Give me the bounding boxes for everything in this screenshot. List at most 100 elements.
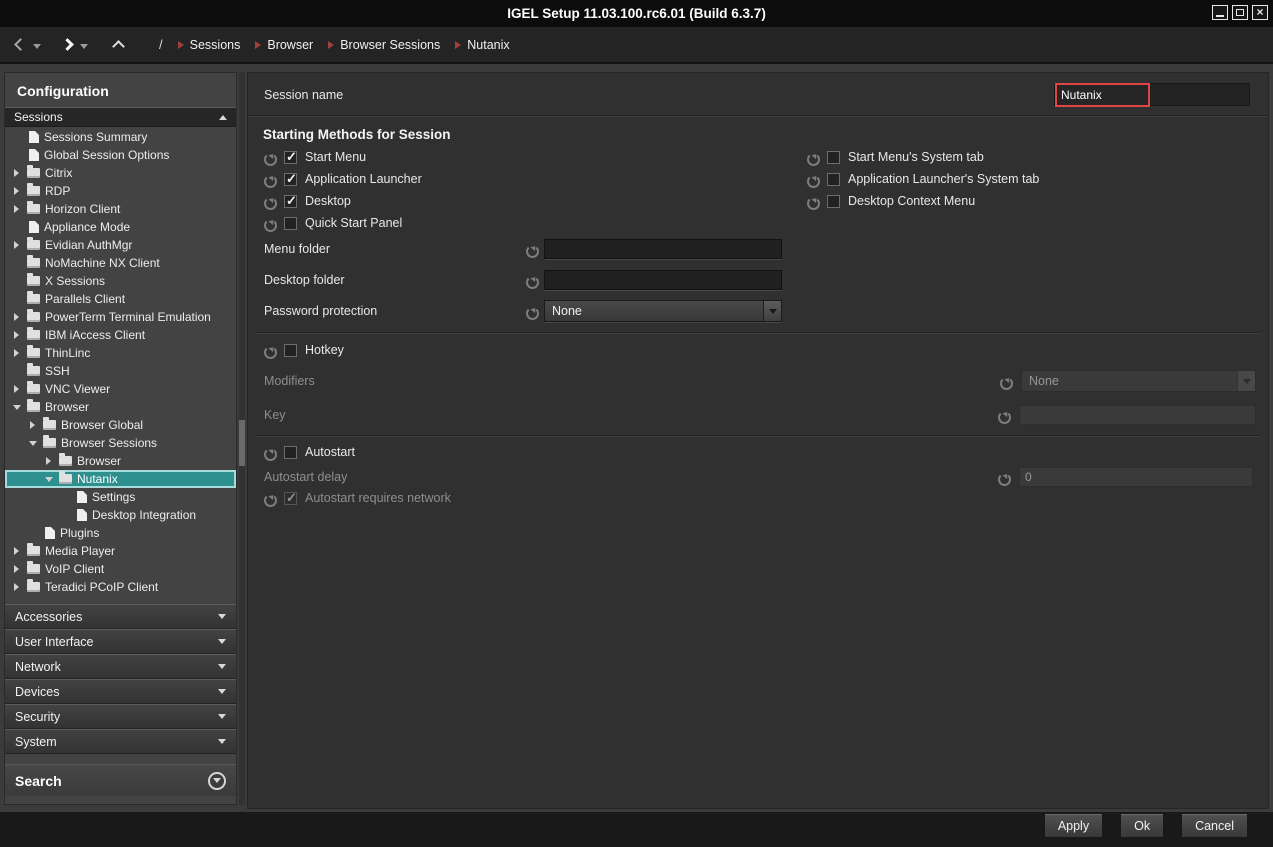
reset-icon[interactable]: [806, 195, 819, 208]
sidebar-section-network[interactable]: Network: [5, 654, 236, 679]
tree-item-nutanix[interactable]: Nutanix: [5, 470, 236, 488]
tree-item-horizon-client[interactable]: Horizon Client: [5, 200, 236, 218]
reset-icon[interactable]: [525, 274, 538, 287]
expand-icon[interactable]: [11, 331, 22, 339]
tree-item-browser[interactable]: Browser: [5, 398, 236, 416]
tree-item-browser[interactable]: Browser: [5, 452, 236, 470]
breadcrumb-item-browser[interactable]: Browser: [255, 38, 313, 52]
cancel-button[interactable]: Cancel: [1181, 813, 1248, 838]
reset-icon[interactable]: [263, 195, 276, 208]
expand-icon[interactable]: [27, 421, 38, 429]
tree-item-browser-global[interactable]: Browser Global: [5, 416, 236, 434]
tree-item-browser-sessions[interactable]: Browser Sessions: [5, 434, 236, 452]
sidebar-section-accessories[interactable]: Accessories: [5, 604, 236, 629]
sidebar-scrollbar-thumb[interactable]: [239, 420, 245, 466]
tree-item-teradici-pcoip-client[interactable]: Teradici PCoIP Client: [5, 578, 236, 596]
close-button[interactable]: ×: [1252, 5, 1268, 20]
tree-item-ibm-iaccess-client[interactable]: IBM iAccess Client: [5, 326, 236, 344]
expand-icon[interactable]: [43, 457, 54, 465]
collapse-icon[interactable]: [27, 441, 38, 446]
quick-start-panel-checkbox[interactable]: [284, 217, 297, 230]
expand-icon[interactable]: [11, 349, 22, 357]
hotkey-checkbox[interactable]: [284, 344, 297, 357]
reset-icon[interactable]: [806, 173, 819, 186]
expand-icon[interactable]: [11, 169, 22, 177]
reset-icon[interactable]: [999, 375, 1012, 388]
reset-icon[interactable]: [263, 173, 276, 186]
sidebar-section-security[interactable]: Security: [5, 704, 236, 729]
autostart-requires-network-checkbox: [284, 492, 297, 505]
restore-button[interactable]: [1232, 5, 1248, 20]
tree-item-plugins[interactable]: Plugins: [5, 524, 236, 542]
reset-icon[interactable]: [997, 409, 1010, 422]
tree-item-ssh[interactable]: SSH: [5, 362, 236, 380]
tree-item-citrix[interactable]: Citrix: [5, 164, 236, 182]
tree-item-media-player[interactable]: Media Player: [5, 542, 236, 560]
reset-icon[interactable]: [263, 492, 276, 505]
desktop-folder-input[interactable]: [544, 270, 782, 290]
desktop-context-menu-checkbox[interactable]: [827, 195, 840, 208]
reset-icon[interactable]: [263, 151, 276, 164]
menu-folder-input[interactable]: [544, 239, 782, 259]
tree-item-sessions-summary[interactable]: Sessions Summary: [5, 128, 236, 146]
tree-item-desktop-integration[interactable]: Desktop Integration: [5, 506, 236, 524]
collapse-icon[interactable]: [43, 477, 54, 482]
tree-item-nomachine-nx-client[interactable]: NoMachine NX Client: [5, 254, 236, 272]
session-name-input[interactable]: [1055, 83, 1150, 107]
search-expand-button[interactable]: [208, 772, 226, 790]
sidebar-section-devices[interactable]: Devices: [5, 679, 236, 704]
tree-item-settings[interactable]: Settings: [5, 488, 236, 506]
expand-icon[interactable]: [11, 547, 22, 555]
reset-icon[interactable]: [997, 471, 1010, 484]
expand-icon[interactable]: [11, 583, 22, 591]
tree-item-global-session-options[interactable]: Global Session Options: [5, 146, 236, 164]
minimize-button[interactable]: [1212, 5, 1228, 20]
forward-history-dropdown-icon[interactable]: [80, 44, 88, 49]
reset-icon[interactable]: [263, 344, 276, 357]
expand-icon[interactable]: [11, 565, 22, 573]
tree-item-evidian-authmgr[interactable]: Evidian AuthMgr: [5, 236, 236, 254]
breadcrumb-root[interactable]: /: [159, 37, 163, 52]
expand-icon[interactable]: [11, 313, 22, 321]
back-history-dropdown-icon[interactable]: [33, 44, 41, 49]
sidebar-section-user-interface[interactable]: User Interface: [5, 629, 236, 654]
expand-icon[interactable]: [11, 187, 22, 195]
dropdown-arrow-button[interactable]: [763, 301, 781, 321]
tree-item-vnc-viewer[interactable]: VNC Viewer: [5, 380, 236, 398]
up-icon[interactable]: [112, 40, 125, 53]
reset-icon[interactable]: [263, 446, 276, 459]
tree-item-rdp[interactable]: RDP: [5, 182, 236, 200]
password-protection-select[interactable]: None: [544, 300, 782, 322]
sidebar-section-sessions[interactable]: Sessions: [5, 107, 236, 127]
option-row-hotkey: Hotkey: [263, 339, 344, 361]
autostart-checkbox[interactable]: [284, 446, 297, 459]
ok-button[interactable]: Ok: [1120, 813, 1164, 838]
expand-icon[interactable]: [11, 385, 22, 393]
application-launcher-checkbox[interactable]: [284, 173, 297, 186]
tree-item-x-sessions[interactable]: X Sessions: [5, 272, 236, 290]
reset-icon[interactable]: [525, 305, 538, 318]
start-menu-checkbox[interactable]: [284, 151, 297, 164]
tree-item-thinlinc[interactable]: ThinLinc: [5, 344, 236, 362]
tree-item-parallels-client[interactable]: Parallels Client: [5, 290, 236, 308]
search-bar[interactable]: Search: [5, 764, 236, 796]
back-icon[interactable]: [14, 38, 27, 51]
application-launcher-s-system-tab-checkbox[interactable]: [827, 173, 840, 186]
tree-item-voip-client[interactable]: VoIP Client: [5, 560, 236, 578]
expand-icon[interactable]: [11, 205, 22, 213]
collapse-icon[interactable]: [11, 405, 22, 410]
apply-button[interactable]: Apply: [1044, 813, 1103, 838]
desktop-checkbox[interactable]: [284, 195, 297, 208]
reset-icon[interactable]: [806, 151, 819, 164]
forward-icon[interactable]: [61, 38, 74, 51]
reset-icon[interactable]: [263, 217, 276, 230]
start-menu-s-system-tab-checkbox[interactable]: [827, 151, 840, 164]
reset-icon[interactable]: [525, 243, 538, 256]
tree-item-appliance-mode[interactable]: Appliance Mode: [5, 218, 236, 236]
breadcrumb-item-browser-sessions[interactable]: Browser Sessions: [328, 38, 440, 52]
breadcrumb-item-nutanix[interactable]: Nutanix: [455, 38, 509, 52]
expand-icon[interactable]: [11, 241, 22, 249]
sidebar-section-system[interactable]: System: [5, 729, 236, 754]
tree-item-powerterm-terminal-emulation[interactable]: PowerTerm Terminal Emulation: [5, 308, 236, 326]
breadcrumb-item-sessions[interactable]: Sessions: [178, 38, 241, 52]
